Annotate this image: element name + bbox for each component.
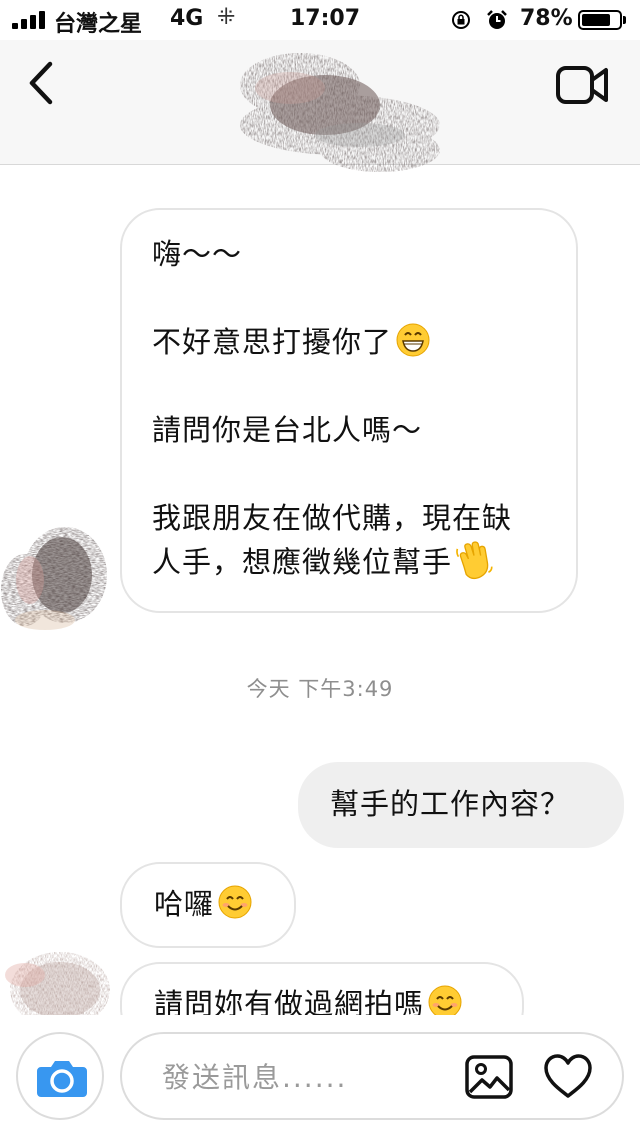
chevron-left-icon[interactable] <box>22 58 62 108</box>
instagram-direct-chat-screen: 台灣之星 4G ⁜ 17:07 78% 嗨～～ 不好意思打擾你了 請問你是台北人… <box>0 0 640 1136</box>
message-thread[interactable]: 嗨～～ ​ 不好意思打擾你了 ​ 請問你是台北人嗎～ ​ 我跟朋友在做代購，現在… <box>0 165 640 1015</box>
message-line: 人手，想應徵幾位幫手 <box>152 540 546 584</box>
message-line: 哈囉 <box>154 882 262 926</box>
redacted-avatar <box>5 952 110 1015</box>
status-bar: 台灣之星 4G ⁜ 17:07 78% <box>0 0 640 40</box>
message-input[interactable] <box>160 1054 444 1100</box>
message-line-blank: ​ <box>152 364 546 408</box>
received-message-bubble[interactable]: 請問妳有做過網拍嗎 <box>120 962 524 1015</box>
sent-message-bubble[interactable]: 幫手的工作內容？ <box>298 762 624 848</box>
signal-bars-icon <box>12 11 46 29</box>
heart-icon[interactable] <box>542 1052 594 1100</box>
message-line: 我跟朋友在做代購，現在缺 <box>152 501 513 535</box>
message-text: 幫手的工作內容？ <box>330 787 571 821</box>
message-line: 不好意思打擾你了 <box>152 320 546 364</box>
smiling-face-emoji <box>218 885 252 919</box>
message-line: 請問妳有做過網拍嗎 <box>154 982 490 1015</box>
redacted-contact-name <box>240 53 440 172</box>
network-type: 4G <box>170 6 204 31</box>
image-gallery-icon[interactable] <box>464 1054 514 1100</box>
loading-spinner-icon: ⁜ <box>217 5 236 30</box>
alarm-icon <box>487 10 507 29</box>
status-time: 17:07 <box>290 6 361 31</box>
carrier-name: 台灣之星 <box>54 12 143 37</box>
battery-level-fill <box>582 14 610 26</box>
received-message-bubble[interactable]: 嗨～～ ​ 不好意思打擾你了 ​ 請問你是台北人嗎～ ​ 我跟朋友在做代購，現在… <box>120 208 578 613</box>
video-camera-icon[interactable] <box>554 62 612 108</box>
battery-cap <box>623 16 626 24</box>
grinning-face-emoji <box>396 323 430 357</box>
message-line: 嗨～～ <box>152 237 243 271</box>
battery-icon <box>578 10 622 30</box>
message-composer <box>0 1015 640 1136</box>
message-line: 請問你是台北人嗎～ <box>152 413 423 447</box>
camera-button[interactable] <box>16 1032 104 1120</box>
battery-percent: 78% <box>520 6 573 31</box>
message-timestamp: 今天 下午3:49 <box>246 677 394 701</box>
redacted-avatar <box>1 527 107 630</box>
chat-header <box>0 40 640 172</box>
message-input-container[interactable] <box>120 1032 624 1120</box>
waving-hand-emoji <box>456 541 493 580</box>
message-line-blank: ​ <box>152 276 546 320</box>
received-message-bubble[interactable]: 哈囉 <box>120 862 296 948</box>
orientation-lock-icon <box>452 11 470 29</box>
message-line-blank: ​ <box>152 452 546 496</box>
camera-icon <box>37 1061 87 1097</box>
smiling-face-emoji <box>428 985 462 1015</box>
